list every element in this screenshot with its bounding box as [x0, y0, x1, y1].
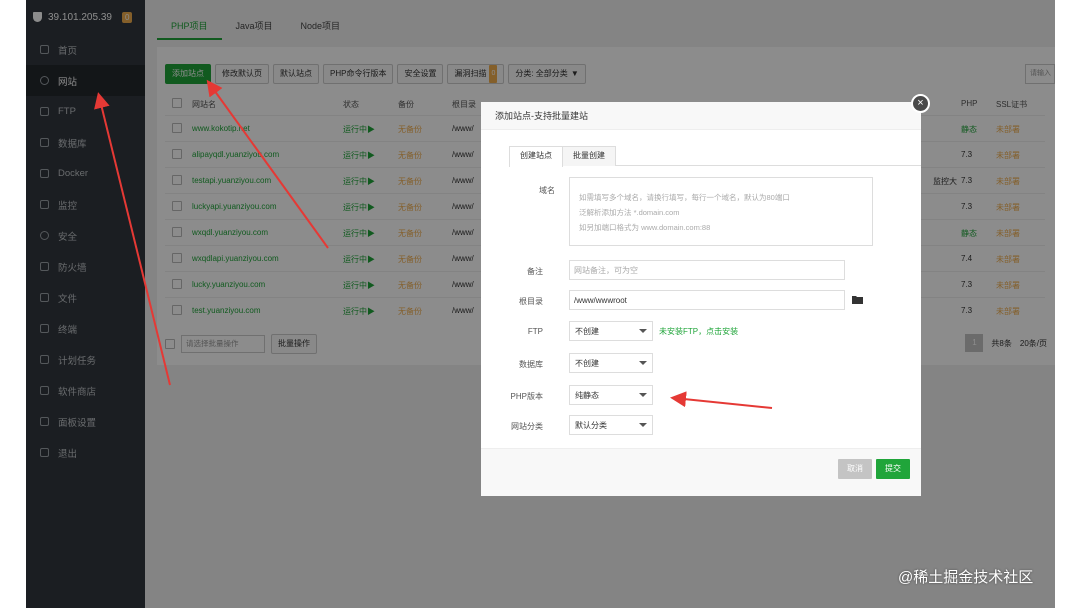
domain-hint-1: 如需填写多个域名，请换行填写，每行一个域名，默认为80端口: [579, 193, 790, 202]
database-select-value: 不创建: [575, 358, 599, 368]
close-icon[interactable]: ×: [911, 94, 930, 113]
ftp-select[interactable]: 不创建: [569, 321, 653, 341]
tab-batch-create[interactable]: 批量创建: [562, 146, 616, 166]
remark-input[interactable]: 网站备注，可为空: [569, 260, 845, 280]
folder-icon[interactable]: [852, 295, 863, 304]
php-version-select[interactable]: 纯静态: [569, 385, 653, 405]
php-version-select-value: 纯静态: [575, 390, 599, 400]
site-category-select[interactable]: 默认分类: [569, 415, 653, 435]
domain-textarea[interactable]: 如需填写多个域名，请换行填写，每行一个域名，默认为80端口 泛解析添加方法 *.…: [569, 177, 873, 246]
add-site-modal: 添加站点-支持批量建站 创建站点 批量创建 域名 如需填写多个域名，请换行填写，…: [481, 102, 921, 496]
ftp-label: FTP: [527, 327, 543, 336]
modal-title: 添加站点-支持批量建站: [481, 102, 921, 130]
modal-tabs: 创建站点 批量创建: [509, 146, 921, 167]
remark-label: 备注: [527, 267, 543, 276]
modal-body: 创建站点 批量创建 域名 如需填写多个域名，请换行填写，每行一个域名，默认为80…: [481, 130, 921, 450]
site-category-label: 网站分类: [511, 422, 543, 431]
ftp-select-value: 不创建: [575, 326, 599, 336]
watermark: @稀土掘金技术社区: [898, 569, 1034, 586]
site-category-select-value: 默认分类: [575, 420, 607, 430]
app-frame: 39.101.205.39 0 首页 网站 FTP 数据库 Docker 监控 安全 防火墙文…: [0, 0, 1080, 608]
ftp-install-link[interactable]: 未安装FTP，点击安装: [659, 326, 738, 337]
root-label: 根目录: [519, 297, 543, 306]
database-select[interactable]: 不创建: [569, 353, 653, 373]
domain-label: 域名: [539, 186, 555, 195]
domain-hint-2: 泛解析添加方法 *.domain.com: [579, 208, 680, 217]
modal-footer: 取消 提交: [481, 448, 921, 496]
tab-create-site[interactable]: 创建站点: [509, 146, 563, 167]
root-input[interactable]: /www/wwwroot: [569, 290, 845, 310]
domain-hint-3: 如另加端口格式为 www.domain.com:88: [579, 223, 711, 232]
submit-button[interactable]: 提交: [876, 459, 910, 479]
database-label: 数据库: [519, 360, 543, 369]
cancel-button[interactable]: 取消: [838, 459, 872, 479]
php-version-label: PHP版本: [510, 392, 543, 401]
